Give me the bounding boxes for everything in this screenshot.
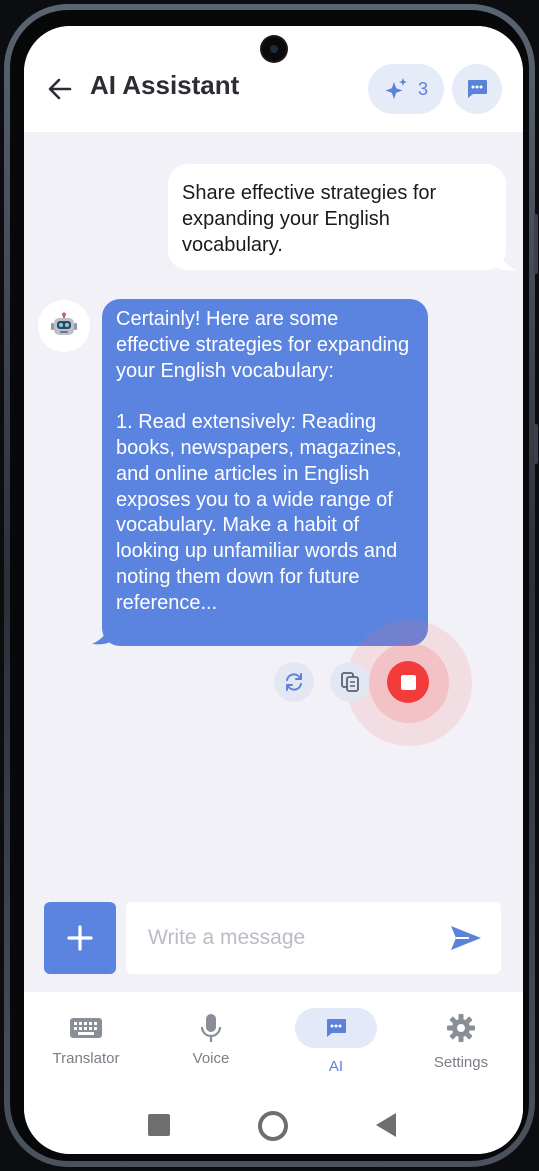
chat-history-button[interactable] (452, 64, 502, 114)
nav-label: AI (328, 1058, 344, 1075)
message-input[interactable] (146, 925, 450, 951)
nav-item-settings[interactable]: Settings (406, 992, 516, 1071)
power-button (534, 424, 538, 464)
screen: AI Assistant 3 Share effective strategie… (24, 26, 523, 1154)
home-button[interactable] (258, 1111, 288, 1141)
assistant-message-bubble: Certainly! Here are some effective strat… (102, 299, 428, 646)
bottom-navigation: Translator Voice AI Settings (24, 992, 523, 1154)
robot-icon (51, 312, 77, 335)
bot-avatar (38, 300, 90, 352)
nav-item-translator[interactable]: Translator (31, 992, 141, 1067)
volume-button (534, 214, 538, 274)
credits-count: 3 (417, 78, 428, 99)
add-attachment-button[interactable] (44, 902, 116, 974)
plus-icon (67, 925, 93, 951)
system-back-button[interactable] (376, 1113, 396, 1137)
phone-bezel: AI Assistant 3 Share effective strategie… (10, 10, 529, 1161)
copy-icon (341, 672, 359, 692)
recent-apps-button[interactable] (148, 1114, 170, 1136)
regenerate-button[interactable] (274, 662, 314, 702)
assistant-bubble-tail (92, 624, 116, 645)
chat-bubble-icon (468, 80, 487, 98)
front-camera (262, 37, 286, 61)
keyboard-icon (70, 1018, 102, 1038)
sparkles-icon (385, 78, 407, 99)
assistant-message-text: Certainly! Here are some effective strat… (116, 308, 410, 614)
stop-icon (400, 674, 416, 690)
stop-generating-button[interactable] (387, 661, 429, 703)
refresh-icon (286, 673, 302, 691)
arrow-left-icon (48, 78, 72, 100)
gear-icon (447, 1014, 475, 1042)
system-navigation-bar (24, 1106, 523, 1146)
app-header: AI Assistant 3 (24, 26, 523, 132)
user-bubble-tail (494, 252, 516, 271)
nav-label: Voice (192, 1050, 230, 1067)
user-message-bubble: Share effective strategies for expanding… (168, 164, 506, 270)
phone-frame: AI Assistant 3 Share effective strategie… (4, 4, 538, 1167)
message-composer (126, 902, 501, 974)
nav-label: Settings (433, 1054, 489, 1071)
chat-bubble-icon (327, 1019, 346, 1037)
page-title: AI Assistant (90, 70, 240, 100)
send-icon (451, 926, 481, 950)
microphone-icon (200, 1014, 222, 1042)
send-button[interactable] (449, 924, 483, 952)
nav-label: Translator (52, 1050, 120, 1067)
copy-button[interactable] (330, 662, 370, 702)
back-button[interactable] (46, 75, 74, 103)
nav-item-voice[interactable]: Voice (156, 992, 266, 1067)
credits-button[interactable]: 3 (368, 64, 444, 114)
user-message-text: Share effective strategies for expanding… (182, 182, 437, 256)
nav-item-ai[interactable]: AI (281, 992, 391, 1075)
